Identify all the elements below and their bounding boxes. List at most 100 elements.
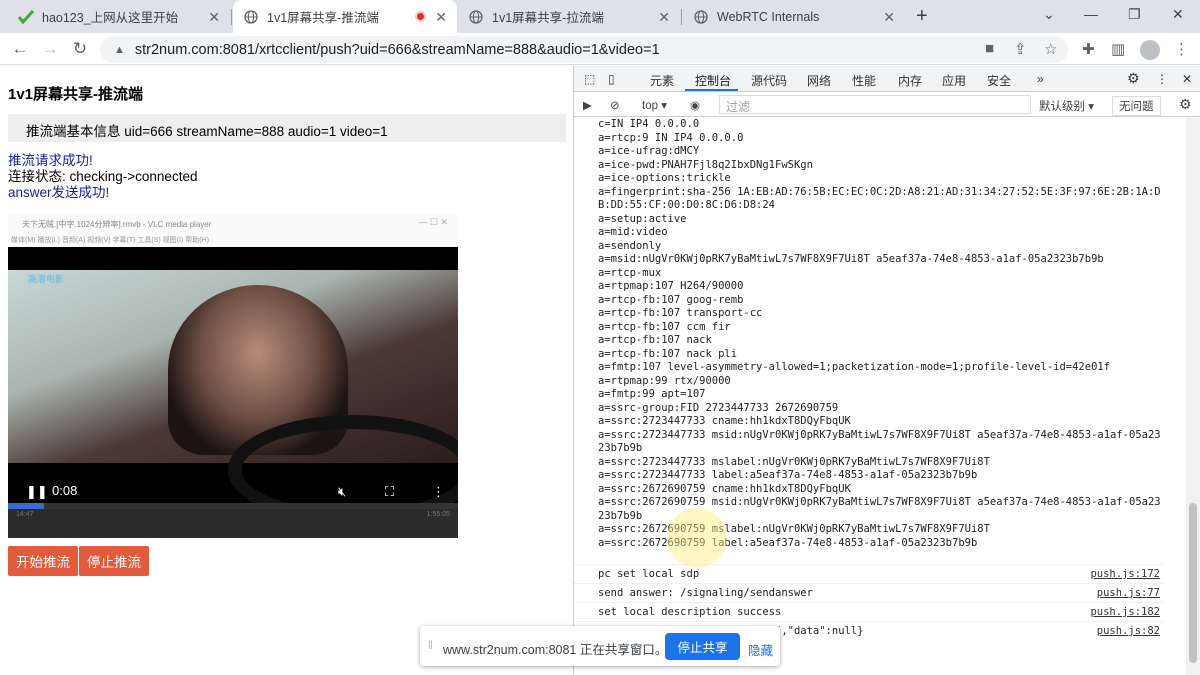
tab-push[interactable]: 1v1屏幕共享-推流端 ✕ — [233, 0, 457, 33]
tab-webrtc-internals[interactable]: WebRTC Internals ✕ — [683, 0, 905, 33]
channel-logo: 高清电影 — [28, 274, 65, 284]
log-levels-dropdown[interactable]: 默认级别 ▾ — [1039, 98, 1094, 114]
context-selector[interactable]: top ▾ — [642, 98, 667, 112]
restore-button[interactable]: ❐ — [1128, 6, 1141, 23]
tab-separator — [231, 9, 232, 25]
minimize-button[interactable]: — — [1084, 6, 1098, 22]
bookmark-star-icon[interactable]: ☆ — [1044, 40, 1057, 58]
filter-input[interactable]: 过滤 — [719, 95, 1031, 114]
devtools-tab-security[interactable]: 安全 — [987, 72, 1011, 89]
menu-kebab-icon[interactable]: ⋮ — [1174, 40, 1189, 58]
video-frame: 高清电影 — [8, 270, 458, 525]
log-levels-label: 默认级别 — [1039, 101, 1085, 113]
address-bar[interactable]: ▲ str2num.com:8081/xrtcclient/push?uid=6… — [100, 36, 1068, 63]
stop-sharing-button[interactable]: 停止共享 — [665, 633, 740, 660]
log-source-link[interactable]: push.js:182 — [1090, 603, 1160, 621]
devtools-menu-icon[interactable]: ⋮ — [1156, 72, 1168, 86]
tab-close-icon[interactable]: ✕ — [435, 9, 447, 26]
scrollbar-thumb[interactable] — [1189, 503, 1197, 663]
tab-pull[interactable]: 1v1屏幕共享-拉流端 ✕ — [458, 0, 680, 33]
active-tab-indicator — [685, 89, 738, 91]
log-text: pc set local sdp — [598, 568, 700, 580]
vlc-titlebar: 天下无贼.[中字.1024分辨率].rmvb - VLC media playe… — [8, 215, 458, 247]
tab-close-icon[interactable]: ✕ — [208, 9, 220, 26]
context-label: top — [642, 100, 658, 112]
pause-icon[interactable]: ❚❚ — [26, 484, 48, 500]
inspect-element-icon[interactable]: ⬚ — [584, 72, 595, 86]
drag-handle-icon[interactable]: ‖ — [428, 638, 433, 652]
devtools-close-icon[interactable]: ✕ — [1182, 72, 1192, 86]
globe-icon — [468, 9, 484, 25]
more-tabs-icon[interactable]: » — [1037, 72, 1044, 86]
mute-icon[interactable]: 🔇︎ — [338, 484, 346, 500]
issues-button[interactable]: 无问题 — [1112, 96, 1161, 116]
settings-gear-icon[interactable]: ⚙ — [1127, 70, 1140, 87]
recording-indicator-icon — [415, 11, 426, 22]
tab-separator — [681, 9, 682, 25]
url-text: str2num.com:8081/xrtcclient/push?uid=666… — [134, 41, 660, 58]
fullscreen-icon[interactable]: ⛶ — [385, 484, 394, 500]
extensions-icon[interactable]: ✚ — [1082, 40, 1095, 58]
devtools-panel: ⬚ ▯ 元素 控制台 源代码 网络 性能 内存 应用 安全 » ⚙ ⋮ ✕ ▶ … — [573, 66, 1200, 675]
status-answer-sent: answer发送成功! — [8, 185, 110, 200]
devtools-tab-performance[interactable]: 性能 — [852, 72, 876, 89]
video-player[interactable]: 天下无贼.[中字.1024分辨率].rmvb - VLC media playe… — [8, 215, 458, 538]
new-tab-button[interactable]: + — [916, 5, 928, 28]
vlc-duration: 1:55:05 — [426, 511, 450, 518]
devtools-tab-application[interactable]: 应用 — [942, 72, 966, 89]
tab-close-icon[interactable]: ✕ — [658, 9, 670, 26]
devtools-tab-console[interactable]: 控制台 — [695, 72, 731, 89]
devtools-tab-network[interactable]: 网络 — [807, 72, 831, 89]
camera-icon[interactable]: ■ — [985, 40, 994, 57]
vlc-bottom-bar: 14:47 1:55:05 — [8, 509, 458, 538]
hide-button[interactable]: 隐藏 — [748, 640, 773, 659]
back-arrow-icon[interactable]: ← — [9, 38, 31, 60]
lock-icon: ▲ — [114, 43, 125, 56]
tab-title: WebRTC Internals — [717, 9, 820, 24]
vlc-window-title: 天下无贼.[中字.1024分辨率].rmvb - VLC media playe… — [22, 220, 212, 229]
share-notice-text: www.str2num.com:8081 正在共享窗口。 — [443, 643, 668, 657]
avatar[interactable] — [1140, 40, 1160, 60]
info-bar: 推流端基本信息 uid=666 streamName=888 audio=1 v… — [8, 114, 566, 142]
devtools-tab-elements[interactable]: 元素 — [650, 72, 674, 89]
tab-close-icon[interactable]: ✕ — [883, 9, 895, 26]
sdp-log-message: c=IN IP4 0.0.0.0 a=rtcp:9 IN IP4 0.0.0.0… — [598, 118, 1161, 549]
eye-icon[interactable]: ◉ — [690, 98, 700, 112]
vlc-window-controls-icon: — ☐ ✕ — [418, 217, 448, 227]
tab-title: hao123_上网从这里开始 — [42, 11, 179, 25]
tab-title: 1v1屏幕共享-拉流端 — [492, 11, 604, 25]
console-output: c=IN IP4 0.0.0.0 a=rtcp:9 IN IP4 0.0.0.0… — [574, 118, 1186, 675]
console-scrollbar[interactable] — [1186, 118, 1200, 675]
video-time: 0:08 — [52, 483, 78, 498]
forward-arrow-icon[interactable]: → — [39, 38, 61, 60]
globe-icon — [243, 9, 259, 25]
hao123-favicon-icon — [18, 9, 34, 25]
side-panel-icon[interactable]: ▥ — [1111, 40, 1125, 58]
clear-console-icon[interactable]: ⊘ — [610, 98, 620, 112]
log-text: send answer: /signaling/sendanswer — [598, 587, 813, 599]
more-options-icon[interactable]: ⋮ — [432, 484, 445, 500]
reload-icon[interactable]: ↻ — [69, 38, 91, 60]
log-source-link[interactable]: push.js:172 — [1090, 565, 1160, 583]
log-text: set local description success — [598, 606, 782, 618]
console-settings-gear-icon[interactable]: ⚙ — [1179, 96, 1192, 113]
page-title: 1v1屏幕共享-推流端 — [8, 86, 144, 103]
console-log-row: set local description success push.js:18… — [574, 602, 1164, 621]
cursor-highlight — [667, 508, 727, 568]
screen-share-notification: ‖ www.str2num.com:8081 正在共享窗口。 停止共享 隐藏 — [420, 626, 780, 666]
share-icon[interactable]: ⇪ — [1014, 40, 1027, 58]
page-content: 1v1屏幕共享-推流端 推流端基本信息 uid=666 streamName=8… — [0, 66, 573, 675]
console-filter-bar: ▶ ⊘ top ▾ ◉ 过滤 默认级别 ▾ 无问题 ⚙ — [574, 93, 1200, 117]
log-source-link[interactable]: push.js:77 — [1097, 584, 1160, 602]
start-push-button[interactable]: 开始推流 — [8, 546, 78, 576]
tab-hao123[interactable]: hao123_上网从这里开始 ✕ — [8, 0, 230, 33]
close-window-button[interactable]: ✕ — [1172, 6, 1184, 23]
sidebar-toggle-icon[interactable]: ▶ — [583, 98, 592, 112]
tab-search-icon[interactable]: ⌄ — [1043, 6, 1055, 23]
devtools-tab-sources[interactable]: 源代码 — [751, 72, 787, 89]
log-source-link[interactable]: push.js:82 — [1097, 622, 1160, 640]
tab-title: 1v1屏幕共享-推流端 — [267, 11, 379, 25]
device-toolbar-icon[interactable]: ▯ — [608, 72, 615, 86]
stop-push-button[interactable]: 停止推流 — [79, 546, 149, 576]
devtools-tab-memory[interactable]: 内存 — [898, 72, 922, 89]
